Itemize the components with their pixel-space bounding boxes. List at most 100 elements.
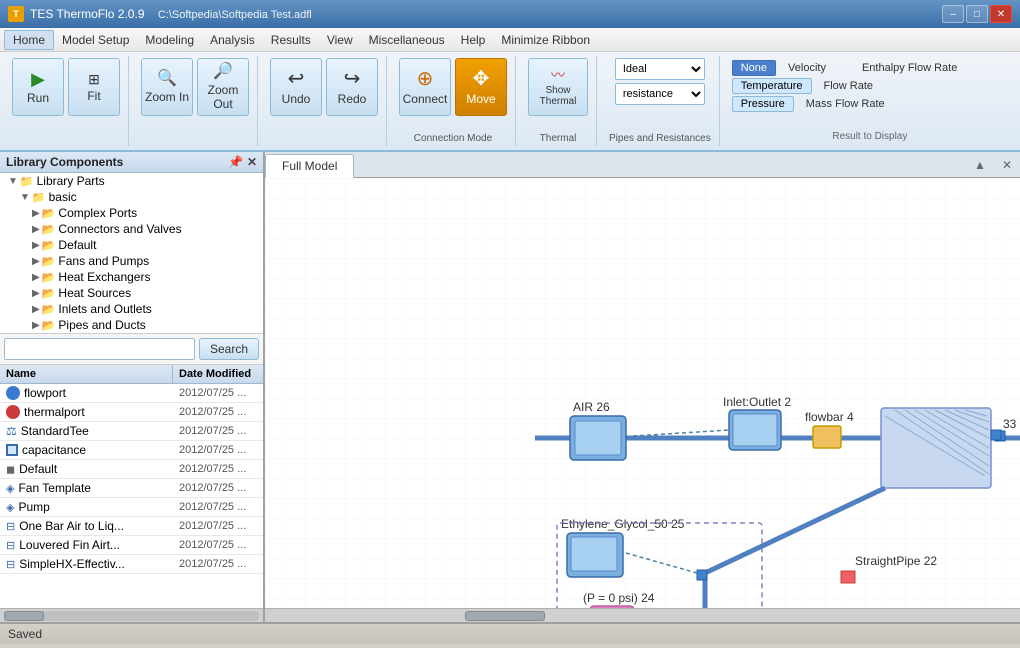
folder-icon-default: 📂 xyxy=(42,239,56,252)
menu-home[interactable]: Home xyxy=(4,30,54,50)
parts-row-capacitance[interactable]: capacitance 2012/07/25 ... xyxy=(0,441,263,460)
one-bar-date: 2012/07/25 ... xyxy=(173,518,263,534)
move-button[interactable]: ✥ Move xyxy=(455,58,507,116)
menu-results[interactable]: Results xyxy=(263,31,319,49)
tree-item-fans[interactable]: ▶ 📂 Fans and Pumps xyxy=(0,253,263,269)
canvas-close-icon[interactable]: ✕ xyxy=(994,154,1020,177)
expand-heat-exchangers[interactable]: ▶ xyxy=(32,272,40,283)
canvas-collapse-icon[interactable]: ▲ xyxy=(966,154,994,177)
connect-button[interactable]: ⊕ Connect xyxy=(399,58,451,116)
canvas-hscrollbar-thumb[interactable] xyxy=(465,611,545,621)
menu-miscellaneous[interactable]: Miscellaneous xyxy=(361,31,453,49)
menu-help[interactable]: Help xyxy=(453,31,494,49)
canvas-hscrollbar[interactable] xyxy=(265,608,1020,622)
tree-label-connectors: Connectors and Valves xyxy=(58,222,181,236)
svg-text:flowbar 4: flowbar 4 xyxy=(805,410,854,424)
parts-row-louvered[interactable]: ⊟ Louvered Fin Airt... 2012/07/25 ... xyxy=(0,536,263,555)
menu-modeling[interactable]: Modeling xyxy=(137,31,202,49)
expand-heat-sources[interactable]: ▶ xyxy=(32,288,40,299)
title-bar: T TES ThermoFlo 2.0.9 C:\Softpedia\Softp… xyxy=(0,0,1020,28)
expand-default[interactable]: ▶ xyxy=(32,240,40,251)
window-controls: – □ ✕ xyxy=(942,5,1012,23)
tree-item-connectors[interactable]: ▶ 📂 Connectors and Valves xyxy=(0,221,263,237)
parts-row-thermalport[interactable]: thermalport 2012/07/25 ... xyxy=(0,403,263,422)
run-button[interactable]: ▶ Run xyxy=(12,58,64,116)
result-velocity-label[interactable]: Velocity xyxy=(784,61,830,75)
parts-row-one-bar[interactable]: ⊟ One Bar Air to Liq... 2012/07/25 ... xyxy=(0,517,263,536)
parts-row-fan-template[interactable]: ◈ Fan Template 2012/07/25 ... xyxy=(0,479,263,498)
parts-row-standardtee[interactable]: ⚖ StandardTee 2012/07/25 ... xyxy=(0,422,263,441)
tree-item-complex-ports[interactable]: ▶ 📂 Complex Ports xyxy=(0,205,263,221)
one-bar-icon: ⊟ xyxy=(6,520,15,533)
expand-complex-ports[interactable]: ▶ xyxy=(32,208,40,219)
svg-text:(P = 0 psi) 24: (P = 0 psi) 24 xyxy=(583,591,655,605)
maximize-button[interactable]: □ xyxy=(966,5,988,23)
expand-fans[interactable]: ▶ xyxy=(32,256,40,267)
menu-model-setup[interactable]: Model Setup xyxy=(54,31,137,49)
panel-header: Library Components 📌 ✕ xyxy=(0,152,263,173)
result-temp-badge[interactable]: Temperature xyxy=(732,78,812,94)
zoom-in-button[interactable]: 🔍 Zoom In xyxy=(141,58,193,116)
expand-inlets[interactable]: ▶ xyxy=(32,304,40,315)
tree-item-inlets[interactable]: ▶ 📂 Inlets and Outlets xyxy=(0,301,263,317)
tree-item-heat-sources[interactable]: ▶ 📂 Heat Sources xyxy=(0,285,263,301)
tree-label-complex-ports: Complex Ports xyxy=(58,206,137,220)
pump-date: 2012/07/25 ... xyxy=(173,499,263,515)
folder-icon-basic: 📁 xyxy=(32,191,46,204)
tab-full-model[interactable]: Full Model xyxy=(265,154,354,178)
show-thermal-button[interactable]: 〰 ShowThermal xyxy=(528,58,588,116)
canvas-svg: AIR 26 Inlet:Outlet 2 flowbar 4 xyxy=(265,178,1020,608)
simplehx-label: SimpleHX-Effectiv... xyxy=(19,557,125,571)
menu-minimize-ribbon[interactable]: Minimize Ribbon xyxy=(493,31,598,49)
status-text: Saved xyxy=(8,627,42,641)
canvas-viewport[interactable]: AIR 26 Inlet:Outlet 2 flowbar 4 xyxy=(265,178,1020,608)
result-pressure-badge[interactable]: Pressure xyxy=(732,96,794,112)
folder-icon-library: 📁 xyxy=(20,175,34,188)
result-massflow-label[interactable]: Mass Flow Rate xyxy=(802,97,889,111)
ribbon-group-results: None Velocity Enthalpy Flow Rate Tempera… xyxy=(724,56,1016,146)
menu-analysis[interactable]: Analysis xyxy=(202,31,263,49)
resistance-select[interactable]: resistance flow xyxy=(615,83,705,105)
flowport-date: 2012/07/25 ... xyxy=(173,385,263,401)
panel-header-icons: 📌 ✕ xyxy=(228,155,257,169)
parts-row-pump[interactable]: ◈ Pump 2012/07/25 ... xyxy=(0,498,263,517)
expand-connectors[interactable]: ▶ xyxy=(32,224,40,235)
tree-item-pipes[interactable]: ▶ 📂 Pipes and Ducts xyxy=(0,317,263,333)
redo-icon: ↪ xyxy=(344,69,361,89)
search-input[interactable] xyxy=(4,338,195,360)
zoom-out-button[interactable]: 🔎 Zoom Out xyxy=(197,58,249,116)
parts-row-flowport[interactable]: flowport 2012/07/25 ... xyxy=(0,384,263,403)
parts-col-date-header: Date Modified xyxy=(173,365,263,383)
redo-button[interactable]: ↪ Redo xyxy=(326,58,378,116)
search-button[interactable]: Search xyxy=(199,338,259,360)
undo-button[interactable]: ↩ Undo xyxy=(270,58,322,116)
tree-item-default[interactable]: ▶ 📂 Default xyxy=(0,237,263,253)
close-button[interactable]: ✕ xyxy=(990,5,1012,23)
ribbon: ▶ Run ⊞ Fit 🔍 Zoom In 🔎 Zoom Out ↩ xyxy=(0,52,1020,152)
parts-table: Name Date Modified flowport 2012/07/25 .… xyxy=(0,365,263,608)
parts-row-simplehx[interactable]: ⊟ SimpleHX-Effectiv... 2012/07/25 ... xyxy=(0,555,263,574)
result-enthalpy-label[interactable]: Enthalpy Flow Rate xyxy=(858,61,961,75)
pump-label: Pump xyxy=(18,500,49,514)
thermalport-icon xyxy=(6,405,20,419)
default-date: 2012/07/25 ... xyxy=(173,461,263,477)
folder-icon-heat-ex: 📂 xyxy=(42,271,56,284)
fit-button[interactable]: ⊞ Fit xyxy=(68,58,120,116)
app-title: TES ThermoFlo 2.0.9 C:\Softpedia\Softped… xyxy=(30,7,942,21)
result-flowrate-label[interactable]: Flow Rate xyxy=(820,79,878,93)
expand-basic[interactable]: ▼ xyxy=(20,192,30,203)
expand-pipes[interactable]: ▶ xyxy=(32,320,40,331)
pipes-label: Pipes and Resistances xyxy=(609,133,711,144)
ideal-select[interactable]: Ideal Real xyxy=(615,58,705,80)
panel-close-icon[interactable]: ✕ xyxy=(247,155,257,169)
parts-row-defaultpart[interactable]: ◼ Default 2012/07/25 ... xyxy=(0,460,263,479)
menu-view[interactable]: View xyxy=(319,31,361,49)
result-none-badge[interactable]: None xyxy=(732,60,776,76)
minimize-button[interactable]: – xyxy=(942,5,964,23)
expand-library-parts[interactable]: ▼ xyxy=(8,176,18,187)
panel-pin-icon[interactable]: 📌 xyxy=(228,155,243,169)
parts-col-name-header: Name xyxy=(0,365,173,383)
tree-item-heat-exchangers[interactable]: ▶ 📂 Heat Exchangers xyxy=(0,269,263,285)
tree-item-library-parts[interactable]: ▼ 📁 Library Parts xyxy=(0,173,263,189)
tree-item-basic[interactable]: ▼ 📁 basic xyxy=(0,189,263,205)
